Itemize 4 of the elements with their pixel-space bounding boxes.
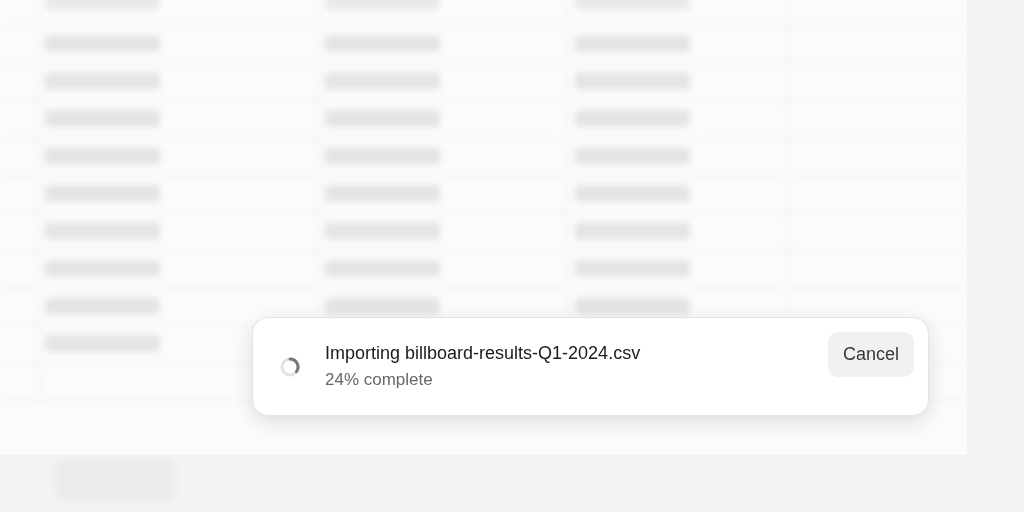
spinner-icon — [279, 355, 301, 378]
import-title: Importing billboard-results-Q1-2024.csv — [325, 342, 642, 365]
progress-text: 24% complete — [325, 370, 434, 391]
cancel-button[interactable]: Cancel — [827, 332, 914, 377]
